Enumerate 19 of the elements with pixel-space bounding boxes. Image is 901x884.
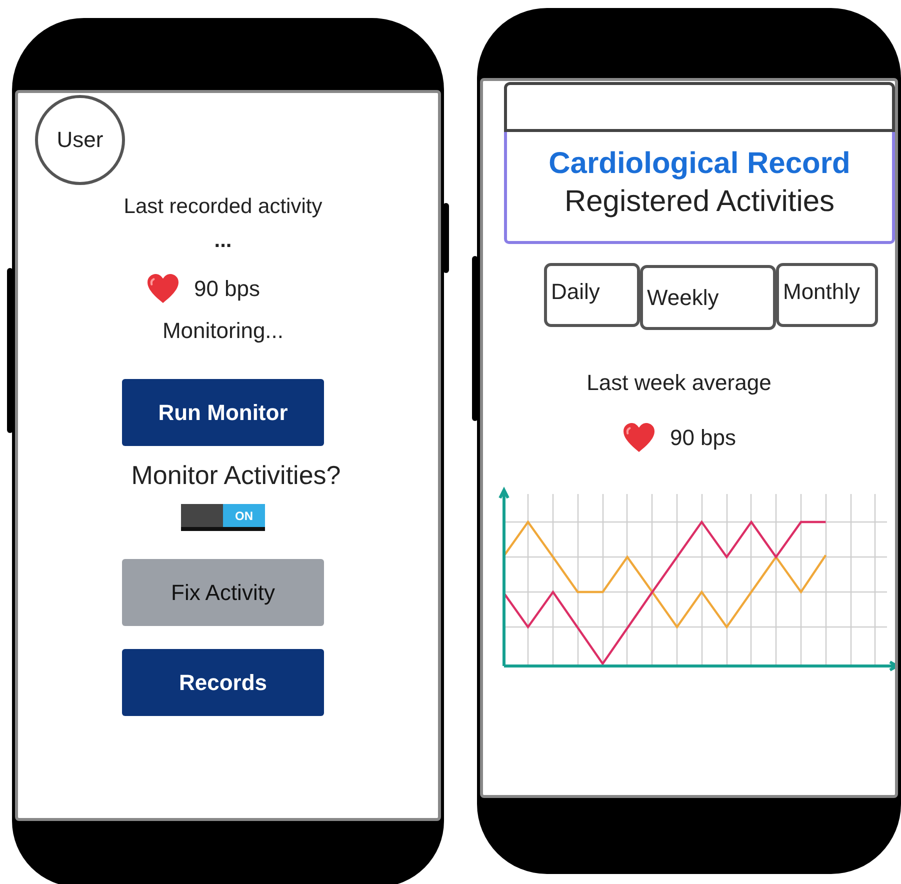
heart-rate: 90 bps — [194, 276, 260, 302]
input-field[interactable] — [504, 82, 895, 132]
last-activity-value: ... — [214, 229, 232, 253]
app-button[interactable]: Run Monitor — [122, 379, 324, 446]
period-tab[interactable]: Weekly — [640, 265, 776, 330]
record-subtitle: Registered Activities — [564, 184, 835, 218]
last-activity-label: Last recorded activity — [124, 195, 322, 219]
heart-icon — [622, 422, 656, 453]
record-title: Cardiological Record — [548, 146, 850, 180]
heart-icon — [146, 273, 180, 304]
period-tab[interactable]: Daily — [544, 263, 640, 327]
heart-rate: 90 bps — [670, 424, 736, 450]
status-text: Monitoring... — [162, 318, 284, 344]
toggle-label: Monitor Activities? — [131, 460, 341, 491]
app-button[interactable]: Records — [122, 649, 324, 716]
app-button[interactable]: Fix Activity — [122, 559, 324, 626]
user-avatar[interactable]: User — [35, 95, 125, 185]
average-label: Last week average — [586, 370, 772, 396]
period-tab[interactable]: Monthly — [776, 263, 878, 327]
